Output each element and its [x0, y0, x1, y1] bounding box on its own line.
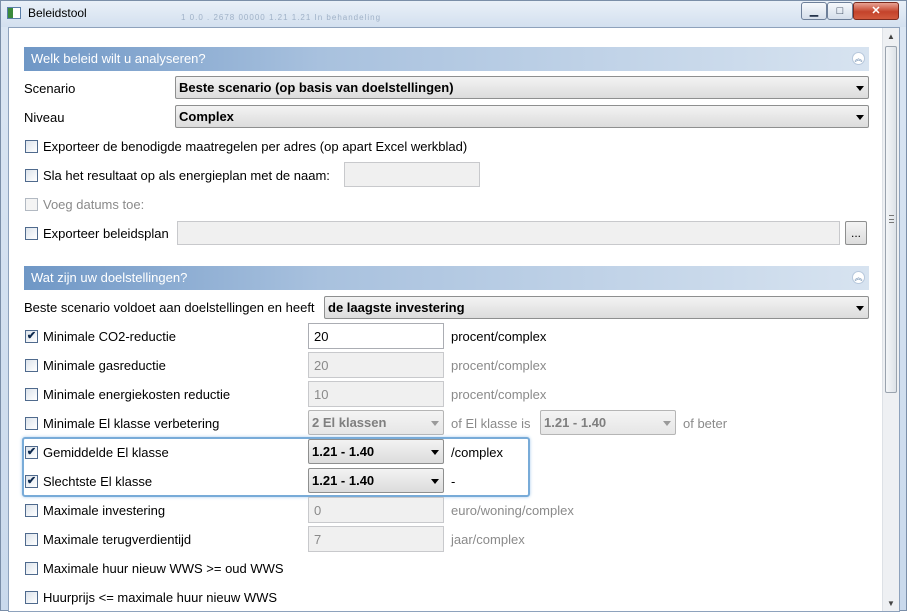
worst-ei-class-label: Slechtste El klasse: [43, 474, 153, 489]
average-ei-class-unit: /complex: [451, 445, 504, 460]
max-investment-unit: euro/woning/complex: [451, 503, 574, 518]
max-payback-input[interactable]: 7: [308, 526, 444, 552]
scenario-select[interactable]: Beste scenario (op basis van doelstellin…: [175, 76, 869, 99]
niveau-label: Niveau: [24, 110, 65, 125]
or-better-label: of beter: [683, 416, 728, 431]
background-ghost-text: 1 0.0 . 2678 00000 1.21 1.21 In behandel…: [181, 13, 382, 22]
max-payback-checkbox[interactable]: [25, 533, 38, 546]
average-ei-class-checkbox[interactable]: ✔: [25, 446, 38, 459]
window-title: Beleidstool: [28, 6, 87, 20]
max-investment-input[interactable]: 0: [308, 497, 444, 523]
co2-reduction-label: Minimale CO2-reductie: [43, 329, 176, 344]
export-policy-path-input[interactable]: [177, 221, 840, 245]
gas-reduction-unit: procent/complex: [451, 358, 547, 373]
ei-class-improvement-checkbox[interactable]: [25, 417, 38, 430]
ei-class-improvement-label: Minimale El klasse verbetering: [43, 416, 220, 431]
save-plan-label: Sla het resultaat op als energieplan met…: [43, 168, 330, 183]
gas-reduction-label: Minimale gasreductie: [43, 358, 166, 373]
co2-reduction-checkbox[interactable]: ✔: [25, 330, 38, 343]
average-ei-class-select[interactable]: 1.21 - 1.40: [308, 439, 444, 464]
max-investment-label: Maximale investering: [43, 503, 166, 518]
export-measures-checkbox[interactable]: [25, 140, 38, 153]
worst-ei-class-select[interactable]: 1.21 - 1.40: [308, 468, 444, 493]
dropdown-arrow-icon: [663, 421, 671, 426]
section-header-goals[interactable]: Wat zijn uw doelstellingen? ︽: [24, 266, 869, 290]
co2-reduction-unit: procent/complex: [451, 329, 547, 344]
niveau-select[interactable]: Complex: [175, 105, 869, 128]
goal-select[interactable]: de laagste investering: [324, 296, 869, 319]
ei-class-improvement-value: 2 El klassen: [312, 415, 387, 430]
energy-cost-reduction-label: Minimale energiekosten reductie: [43, 387, 231, 402]
collapse-icon[interactable]: ︽: [852, 271, 865, 284]
ei-class-target-select[interactable]: 1.21 - 1.40: [540, 410, 676, 435]
worst-ei-class-unit: -: [451, 474, 456, 489]
max-rent-wws-label: Maximale huur nieuw WWS >= oud WWS: [43, 561, 284, 576]
section-header-policy[interactable]: Welk beleid wilt u analyseren? ︽: [24, 47, 869, 71]
worst-ei-class-value: 1.21 - 1.40: [312, 473, 375, 488]
title-bar[interactable]: Beleidstool 1 0.0 . 2678 00000 1.21 1.21…: [1, 1, 906, 27]
ei-class-is-label: of El klasse is: [451, 416, 531, 431]
close-button[interactable]: ✕: [853, 2, 899, 20]
export-policy-checkbox[interactable]: [25, 227, 38, 240]
export-policy-label: Exporteer beleidsplan: [43, 226, 169, 241]
vertical-scrollbar[interactable]: ▲ ▼: [882, 28, 899, 611]
save-plan-checkbox[interactable]: [25, 169, 38, 182]
dropdown-arrow-icon: [856, 306, 864, 311]
section-title: Wat zijn uw doelstellingen?: [31, 270, 188, 285]
dropdown-arrow-icon: [856, 115, 864, 120]
goal-value: de laagste investering: [328, 300, 465, 315]
ei-class-target-value: 1.21 - 1.40: [544, 415, 607, 430]
client-area: Welk beleid wilt u analyseren? ︽ Scenari…: [8, 27, 900, 612]
dropdown-arrow-icon: [856, 86, 864, 91]
scrollbar-thumb[interactable]: [885, 46, 897, 393]
maximize-button[interactable]: □: [827, 2, 853, 20]
average-ei-class-value: 1.21 - 1.40: [312, 444, 375, 459]
gas-reduction-input[interactable]: 20: [308, 352, 444, 378]
rent-price-label: Huurprijs <= maximale huur nieuw WWS: [43, 590, 278, 605]
app-icon: [7, 7, 21, 19]
goal-label: Beste scenario voldoet aan doelstellinge…: [24, 300, 315, 315]
minimize-button[interactable]: ▁: [801, 2, 827, 20]
collapse-icon[interactable]: ︽: [852, 52, 865, 65]
ei-class-improvement-select[interactable]: 2 El klassen: [308, 410, 444, 435]
rent-price-checkbox[interactable]: [25, 591, 38, 604]
scenario-label: Scenario: [24, 81, 76, 96]
average-ei-class-label: Gemiddelde El klasse: [43, 445, 169, 460]
max-payback-label: Maximale terugverdientijd: [43, 532, 192, 547]
beleidstool-window: Beleidstool 1 0.0 . 2678 00000 1.21 1.21…: [0, 0, 907, 612]
dropdown-arrow-icon: [431, 450, 439, 455]
add-dates-checkbox[interactable]: [25, 198, 38, 211]
max-payback-unit: jaar/complex: [451, 532, 525, 547]
energy-cost-reduction-checkbox[interactable]: [25, 388, 38, 401]
max-investment-checkbox[interactable]: [25, 504, 38, 517]
energy-cost-reduction-input[interactable]: 10: [308, 381, 444, 407]
energy-cost-reduction-unit: procent/complex: [451, 387, 547, 402]
dropdown-arrow-icon: [431, 421, 439, 426]
scroll-down-icon[interactable]: ▼: [883, 595, 899, 611]
worst-ei-class-checkbox[interactable]: ✔: [25, 475, 38, 488]
niveau-value: Complex: [179, 109, 234, 124]
section-title: Welk beleid wilt u analyseren?: [31, 51, 206, 66]
gas-reduction-checkbox[interactable]: [25, 359, 38, 372]
browse-button[interactable]: ...: [845, 221, 867, 245]
add-dates-label: Voeg datums toe:: [43, 197, 145, 212]
co2-reduction-input[interactable]: 20: [308, 323, 444, 349]
dropdown-arrow-icon: [431, 479, 439, 484]
plan-name-input[interactable]: [344, 162, 480, 187]
grip-icon: [889, 215, 894, 223]
export-measures-label: Exporteer de benodigde maatregelen per a…: [43, 139, 468, 154]
scenario-value: Beste scenario (op basis van doelstellin…: [179, 80, 454, 95]
scroll-up-icon[interactable]: ▲: [883, 28, 899, 45]
max-rent-wws-checkbox[interactable]: [25, 562, 38, 575]
